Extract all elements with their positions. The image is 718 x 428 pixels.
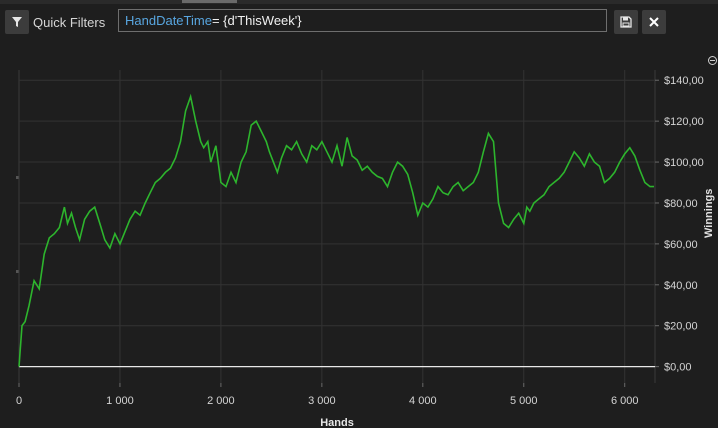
y-axis-title: Winnings: [703, 188, 715, 238]
y-tick-label: $80,00: [664, 198, 698, 210]
x-tick-label: 4 000: [409, 395, 437, 407]
y-tick-label: $100,00: [664, 157, 704, 169]
chart-grid: [18, 70, 656, 383]
x-tick-label: 6 000: [611, 395, 639, 407]
x-tick-label: 5 000: [510, 395, 538, 407]
x-tick-label: 1 000: [106, 395, 134, 407]
x-axis-ticks: 0 1 000 2 000 3 000 4 000 5 000 6 000: [16, 383, 639, 407]
y-tick-label: $40,00: [664, 280, 698, 292]
y-tick-label: $60,00: [664, 239, 698, 251]
x-axis-title: Hands: [320, 417, 354, 428]
y-tick-label: $0,00: [664, 362, 692, 374]
x-tick-label: 0: [16, 395, 22, 407]
y-tick-label: $120,00: [664, 116, 704, 128]
y-tick-label: $20,00: [664, 321, 698, 333]
winnings-chart: 0 1 000 2 000 3 000 4 000 5 000 6 000 $0,00 $20…: [16, 70, 704, 428]
y-tick-label: $140,00: [664, 75, 704, 87]
y-axis-ticks: $0,00 $20,00 $40,00 $60,00 $80,00 $100,00 $120…: [655, 75, 704, 374]
x-tick-label: 3 000: [308, 395, 336, 407]
x-tick-label: 2 000: [207, 395, 235, 407]
